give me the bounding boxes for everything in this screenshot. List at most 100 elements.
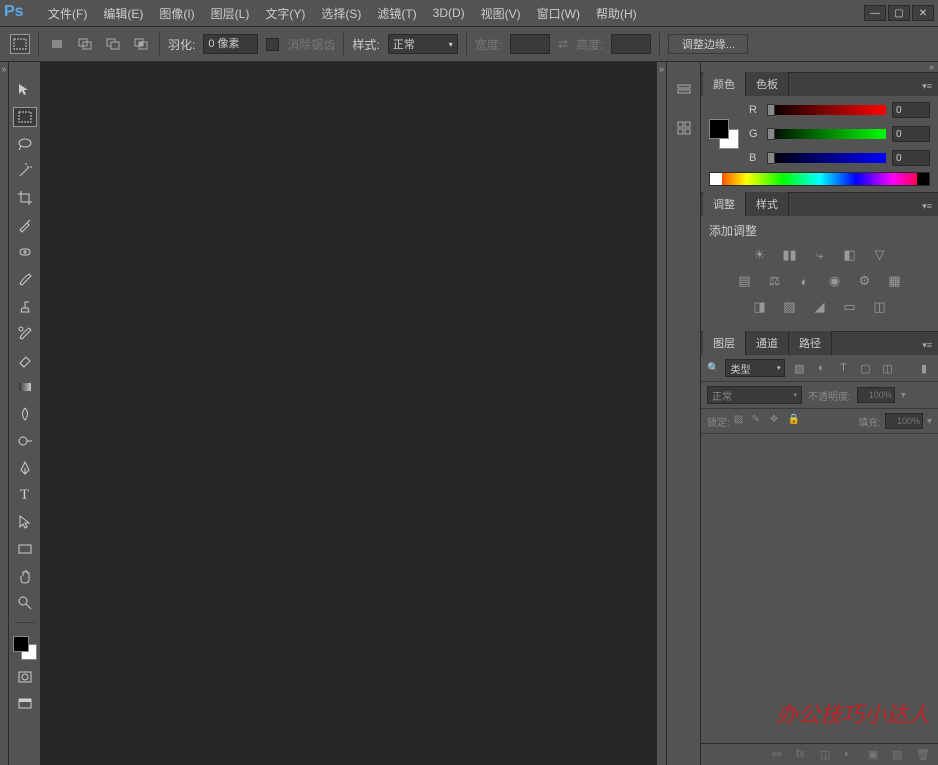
zoom-tool[interactable] <box>13 593 37 613</box>
healing-brush-tool[interactable] <box>13 242 37 262</box>
g-slider[interactable] <box>767 129 886 139</box>
add-selection-icon[interactable] <box>75 34 95 54</box>
foreground-color[interactable] <box>13 636 29 652</box>
tab-layers[interactable]: 图层 <box>703 331 746 355</box>
dock-strip-right[interactable]: » <box>701 62 938 72</box>
threshold-icon[interactable]: ◢ <box>811 299 829 315</box>
color-panel-swatches[interactable] <box>709 119 739 149</box>
channel-mixer-icon[interactable]: ⚙ <box>856 273 874 289</box>
opacity-label: 不透明度: <box>808 388 851 403</box>
panel-menu-icon[interactable]: ▾≡ <box>916 77 938 96</box>
eraser-tool[interactable] <box>13 350 37 370</box>
curves-icon[interactable]: ⤷ <box>811 247 829 263</box>
path-selection-tool[interactable] <box>13 512 37 532</box>
color-spectrum[interactable] <box>709 172 930 186</box>
tab-paths[interactable]: 路径 <box>789 331 832 355</box>
panel-menu-icon[interactable]: ▾≡ <box>916 336 938 355</box>
selective-color-icon[interactable]: ◫ <box>871 299 889 315</box>
new-selection-icon[interactable] <box>47 34 67 54</box>
menu-edit[interactable]: 编辑(E) <box>95 2 151 25</box>
dodge-tool[interactable] <box>13 431 37 451</box>
minimize-button[interactable]: — <box>864 5 886 21</box>
maximize-button[interactable]: ▢ <box>888 5 910 21</box>
r-slider[interactable] <box>767 105 886 115</box>
b-value[interactable]: 0 <box>892 150 930 166</box>
tab-channels[interactable]: 通道 <box>746 331 789 355</box>
photo-filter-icon[interactable]: ◉ <box>826 273 844 289</box>
crop-tool[interactable] <box>13 188 37 208</box>
menu-type[interactable]: 文字(Y) <box>257 2 313 25</box>
tab-color[interactable]: 颜色 <box>703 72 746 96</box>
quick-mask-tool[interactable] <box>13 667 37 687</box>
refine-edge-button[interactable]: 调整边缘... <box>668 34 748 54</box>
filter-toggle-icon[interactable]: ▮ <box>916 360 932 376</box>
brush-tool[interactable] <box>13 269 37 289</box>
fill-label: 填充: <box>858 414 881 429</box>
blur-tool[interactable] <box>13 404 37 424</box>
color-lookup-icon[interactable]: ▦ <box>886 273 904 289</box>
panel-menu-icon[interactable]: ▾≡ <box>916 197 938 216</box>
brightness-icon[interactable]: ☀ <box>751 247 769 263</box>
feather-input[interactable]: 0 像素 <box>203 34 258 54</box>
color-swatches[interactable] <box>13 636 37 660</box>
r-value[interactable]: 0 <box>892 102 930 118</box>
screen-mode-tool[interactable] <box>13 694 37 714</box>
hand-tool[interactable] <box>13 566 37 586</box>
hue-sat-icon[interactable]: ▤ <box>736 273 754 289</box>
rectangle-tool[interactable] <box>13 539 37 559</box>
close-button[interactable]: ✕ <box>912 5 934 21</box>
intersect-selection-icon[interactable] <box>131 34 151 54</box>
vibrance-icon[interactable]: ▽ <box>871 247 889 263</box>
filter-shape-icon[interactable]: ▢ <box>857 360 873 376</box>
menu-file[interactable]: 文件(F) <box>40 2 95 25</box>
tool-preset-icon[interactable] <box>10 34 30 54</box>
layer-kind-filter[interactable]: 类型 <box>725 359 785 377</box>
b-slider[interactable] <box>767 153 886 163</box>
menu-image[interactable]: 图像(I) <box>151 2 202 25</box>
filter-type-icon[interactable]: T <box>835 360 851 376</box>
clone-stamp-tool[interactable] <box>13 296 37 316</box>
tab-swatches[interactable]: 色板 <box>746 72 789 96</box>
properties-panel-icon[interactable] <box>672 118 696 138</box>
menu-view[interactable]: 视图(V) <box>473 2 529 25</box>
invert-icon[interactable]: ◨ <box>751 299 769 315</box>
lasso-tool[interactable] <box>13 134 37 154</box>
levels-icon[interactable]: ▮▮ <box>781 247 799 263</box>
menu-layer[interactable]: 图层(L) <box>203 2 258 25</box>
magic-wand-tool[interactable] <box>13 161 37 181</box>
gradient-tool[interactable] <box>13 377 37 397</box>
layer-list[interactable]: 办公技巧小达人 <box>701 434 938 743</box>
menu-window[interactable]: 窗口(W) <box>529 2 588 25</box>
bw-icon[interactable]: ◐ <box>796 273 814 289</box>
filter-pixel-icon[interactable]: ▧ <box>791 360 807 376</box>
move-tool[interactable] <box>13 80 37 100</box>
g-value[interactable]: 0 <box>892 126 930 142</box>
gradient-map-icon[interactable]: ▭ <box>841 299 859 315</box>
tab-adjustments[interactable]: 调整 <box>703 192 746 216</box>
lock-position-icon: ✥ <box>770 414 784 428</box>
history-panel-icon[interactable] <box>672 80 696 100</box>
history-brush-tool[interactable] <box>13 323 37 343</box>
pen-tool[interactable] <box>13 458 37 478</box>
type-tool[interactable]: T <box>13 485 37 505</box>
posterize-icon[interactable]: ▨ <box>781 299 799 315</box>
dock-strip-mid[interactable] <box>656 62 666 765</box>
menu-3d[interactable]: 3D(D) <box>425 3 473 23</box>
menu-filter[interactable]: 滤镜(T) <box>369 2 424 25</box>
tab-styles[interactable]: 样式 <box>746 192 789 216</box>
filter-adjust-icon[interactable]: ◐ <box>813 360 829 376</box>
style-select[interactable]: 正常 <box>388 34 458 54</box>
menu-help[interactable]: 帮助(H) <box>588 2 645 25</box>
dock-strip-left[interactable] <box>0 62 9 765</box>
separator <box>659 33 660 55</box>
color-balance-icon[interactable]: ⚖ <box>766 273 784 289</box>
feather-label: 羽化: <box>168 36 195 53</box>
filter-smart-icon[interactable]: ◫ <box>879 360 895 376</box>
exposure-icon[interactable]: ◧ <box>841 247 859 263</box>
new-layer-icon: ▤ <box>892 748 906 762</box>
canvas-area[interactable] <box>41 62 656 765</box>
subtract-selection-icon[interactable] <box>103 34 123 54</box>
menu-select[interactable]: 选择(S) <box>313 2 369 25</box>
eyedropper-tool[interactable] <box>13 215 37 235</box>
marquee-tool[interactable] <box>13 107 37 127</box>
